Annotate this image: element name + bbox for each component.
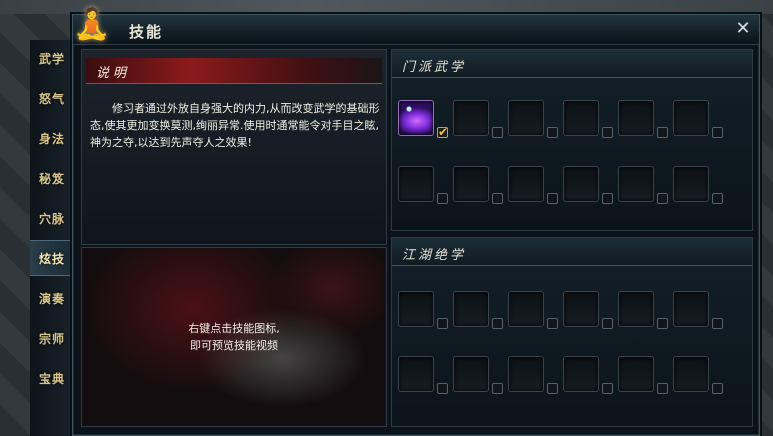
skill-slot[interactable] bbox=[563, 291, 599, 327]
skill-slot-checkbox[interactable] bbox=[712, 193, 723, 204]
skill-slot[interactable] bbox=[508, 356, 544, 392]
tab-xuemai[interactable]: 穴脉 bbox=[30, 200, 74, 236]
skill-slot[interactable] bbox=[508, 291, 544, 327]
skill-slot-checkbox[interactable] bbox=[657, 318, 668, 329]
description-header: 说明 bbox=[86, 58, 382, 84]
skill-slot[interactable] bbox=[453, 100, 489, 136]
skill-slot[interactable] bbox=[563, 166, 599, 202]
skill-slot-checkbox[interactable] bbox=[437, 318, 448, 329]
skill-slot-checkbox[interactable] bbox=[657, 127, 668, 138]
window-title: 技能 bbox=[129, 23, 164, 41]
skill-slot[interactable] bbox=[618, 291, 654, 327]
skill-slot[interactable] bbox=[673, 356, 709, 392]
skill-slot-checkbox[interactable] bbox=[602, 193, 613, 204]
jianghu-skills-title: 江湖绝学 bbox=[402, 248, 467, 263]
skill-slot[interactable] bbox=[453, 291, 489, 327]
skill-slot[interactable] bbox=[398, 356, 434, 392]
title-bar[interactable]: 🧘 技能 ✕ bbox=[73, 7, 759, 45]
skill-slot-checkbox[interactable] bbox=[492, 127, 503, 138]
tab-shenfa[interactable]: 身法 bbox=[30, 120, 74, 156]
skill-category-tabs: 武学 怒气 身法 秘笈 穴脉 炫技 演奏 宗师 宝典 bbox=[30, 40, 74, 436]
video-preview-panel: 右键点击技能图标, 即可预览技能视频 bbox=[81, 247, 387, 427]
skill-slot[interactable] bbox=[618, 166, 654, 202]
sect-skills-header: 门派武学 bbox=[392, 50, 752, 78]
skill-slot-checkbox[interactable] bbox=[657, 193, 668, 204]
jianghu-skills-section: 江湖绝学 bbox=[391, 237, 753, 427]
purple-energy-skill-icon[interactable] bbox=[398, 100, 434, 136]
skill-slot[interactable] bbox=[618, 100, 654, 136]
skill-slot-checkbox[interactable] bbox=[437, 383, 448, 394]
skill-slot[interactable] bbox=[453, 356, 489, 392]
description-text: 修习者通过外放自身强大的内力,从而改变武学的基础形态,使其更加变换莫测,绚丽异常… bbox=[90, 102, 380, 149]
description-title: 说明 bbox=[96, 66, 131, 81]
skill-slot-checkbox[interactable] bbox=[712, 383, 723, 394]
video-hint-line1: 右键点击技能图标, bbox=[188, 322, 280, 335]
skill-slot-checkbox[interactable] bbox=[602, 383, 613, 394]
skill-slot[interactable] bbox=[398, 166, 434, 202]
video-hint: 右键点击技能图标, 即可预览技能视频 bbox=[82, 320, 386, 354]
skill-slot[interactable] bbox=[508, 100, 544, 136]
sect-skills-title: 门派武学 bbox=[402, 60, 467, 75]
skill-slot-checkbox[interactable] bbox=[492, 318, 503, 329]
skill-slot[interactable] bbox=[673, 166, 709, 202]
video-hint-line2: 即可预览技能视频 bbox=[190, 339, 278, 352]
jianghu-skills-header: 江湖绝学 bbox=[392, 238, 752, 266]
close-icon[interactable]: ✕ bbox=[733, 19, 753, 39]
skill-slot-checkbox[interactable] bbox=[547, 318, 558, 329]
tab-baodian[interactable]: 宝典 bbox=[30, 360, 74, 396]
skill-slot-checkbox[interactable] bbox=[602, 127, 613, 138]
sect-skills-section: 门派武学 bbox=[391, 49, 753, 231]
skill-slot[interactable] bbox=[398, 291, 434, 327]
tab-yanzou[interactable]: 演奏 bbox=[30, 280, 74, 316]
meditating-figure-icon: 🧘 bbox=[73, 6, 111, 42]
skill-slot-checkbox[interactable] bbox=[492, 383, 503, 394]
skill-slot[interactable] bbox=[673, 100, 709, 136]
skill-slot[interactable] bbox=[453, 166, 489, 202]
skill-slot[interactable] bbox=[563, 356, 599, 392]
description-panel: 说明 修习者通过外放自身强大的内力,从而改变武学的基础形态,使其更加变换莫测,绚… bbox=[81, 49, 387, 245]
tab-miji[interactable]: 秘笈 bbox=[30, 160, 74, 196]
skill-slot-checkbox[interactable] bbox=[712, 127, 723, 138]
tab-zongshi[interactable]: 宗师 bbox=[30, 320, 74, 356]
skill-slot[interactable] bbox=[618, 356, 654, 392]
skill-slot[interactable] bbox=[508, 166, 544, 202]
skills-window: 🧘 技能 ✕ 说明 修习者通过外放自身强大的内力,从而改变武学的基础形态,使其更… bbox=[72, 7, 760, 436]
skill-slot[interactable] bbox=[673, 291, 709, 327]
skill-slot-checkbox[interactable] bbox=[492, 193, 503, 204]
skill-slot[interactable] bbox=[563, 100, 599, 136]
skill-slot-checkbox[interactable] bbox=[602, 318, 613, 329]
tab-nuqi[interactable]: 怒气 bbox=[30, 80, 74, 116]
skill-slot-checkbox[interactable] bbox=[547, 383, 558, 394]
tab-xuanji[interactable]: 炫技 bbox=[30, 240, 74, 276]
skill-slot-checkbox[interactable] bbox=[437, 193, 448, 204]
skill-slot-checkbox[interactable] bbox=[547, 193, 558, 204]
skill-slot-checkbox[interactable] bbox=[547, 127, 558, 138]
skill-slot-checkbox[interactable] bbox=[437, 125, 448, 139]
skill-slot-checkbox[interactable] bbox=[712, 318, 723, 329]
skill-slot-checkbox[interactable] bbox=[657, 383, 668, 394]
